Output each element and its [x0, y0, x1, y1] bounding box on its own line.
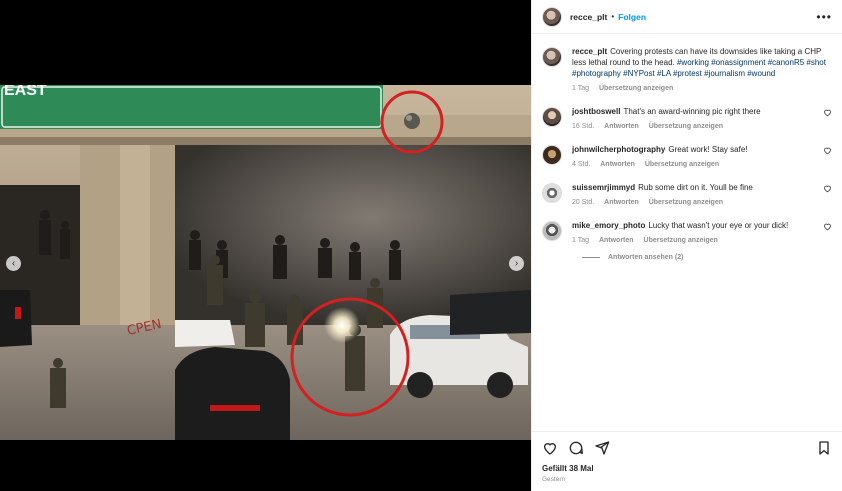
- view-replies-button[interactable]: Antworten ansehen (2): [582, 254, 832, 261]
- commenter-avatar[interactable]: [542, 107, 562, 127]
- reply-link[interactable]: Antworten: [604, 199, 639, 206]
- previous-photo-button[interactable]: ‹: [6, 256, 21, 271]
- more-options-icon[interactable]: •••: [816, 10, 832, 24]
- instagram-post-view: EAST CPEN ‹ › recce_plt • Folgen ••• rec…: [0, 0, 842, 491]
- chevron-left-icon: ‹: [11, 258, 16, 269]
- reply-link[interactable]: Antworten: [604, 123, 639, 130]
- author-avatar[interactable]: [542, 6, 562, 27]
- post-side-panel: recce_plt • Folgen ••• recce_plt Covering…: [531, 0, 842, 491]
- heart-icon[interactable]: [823, 222, 832, 231]
- like-count[interactable]: Gefällt 38 Mal: [542, 464, 832, 473]
- protest-scene-image: EAST CPEN: [0, 85, 531, 440]
- post-header: recce_plt • Folgen •••: [532, 0, 842, 34]
- commenter-avatar[interactable]: [542, 145, 562, 165]
- reply-link[interactable]: Antworten: [600, 161, 635, 168]
- next-photo-button[interactable]: ›: [509, 256, 524, 271]
- like-heart-icon[interactable]: [542, 440, 558, 456]
- comment-item: mike_emory_photo Lucky that wasn't your e…: [542, 220, 832, 246]
- view-replies-line: [582, 257, 600, 258]
- heart-icon[interactable]: [823, 146, 832, 155]
- comment-username[interactable]: mike_emory_photo: [572, 221, 645, 230]
- heart-icon[interactable]: [823, 108, 832, 117]
- comment-item: joshtboswell That's an award-winning pic …: [542, 106, 832, 132]
- comment-text: That's an award-winning pic right there: [623, 107, 761, 116]
- share-paper-plane-icon[interactable]: [594, 440, 610, 456]
- comment-text: Great work! Stay safe!: [668, 145, 748, 154]
- comment-username[interactable]: johnwilcherphotography: [572, 145, 665, 154]
- translate-link[interactable]: Übersetzung anzeigen: [649, 123, 723, 130]
- caption-time: 1 Tag: [572, 85, 589, 92]
- sign-text: EAST: [4, 85, 47, 99]
- bookmark-icon[interactable]: [816, 440, 832, 456]
- post-date: Gestern: [542, 476, 566, 483]
- comments-list: recce_plt Covering protests can have its …: [532, 34, 842, 261]
- comment-text: Rub some dirt on it. Youll be fine: [638, 183, 753, 192]
- author-username[interactable]: recce_plt: [570, 12, 607, 22]
- comment-time: 4 Std.: [572, 161, 591, 168]
- media-area: EAST CPEN ‹ ›: [0, 0, 531, 491]
- chevron-right-icon: ›: [514, 258, 519, 269]
- view-replies-label: Antworten ansehen (2): [608, 254, 684, 261]
- commenter-avatar[interactable]: [542, 221, 562, 241]
- comment-text: Lucky that wasn't your eye or your dick!: [648, 221, 789, 230]
- post-photo[interactable]: EAST CPEN: [0, 85, 531, 440]
- comment-bubble-icon[interactable]: [568, 440, 584, 456]
- commenter-avatar[interactable]: [542, 183, 562, 203]
- heart-icon[interactable]: [823, 184, 832, 193]
- caption-translate-link[interactable]: Übersetzung anzeigen: [599, 85, 673, 92]
- translate-link[interactable]: Übersetzung anzeigen: [645, 161, 719, 168]
- translate-link[interactable]: Übersetzung anzeigen: [649, 199, 723, 206]
- comment-item: suissemrjimmyd Rub some dirt on it. Youll…: [542, 182, 832, 208]
- comment-username[interactable]: suissemrjimmyd: [572, 183, 635, 192]
- comment-username[interactable]: joshtboswell: [572, 107, 620, 116]
- translate-link[interactable]: Übersetzung anzeigen: [644, 237, 718, 244]
- follow-button[interactable]: Folgen: [618, 12, 646, 22]
- comment-time: 20 Std.: [572, 199, 595, 206]
- comment-time: 1 Tag: [572, 237, 589, 244]
- reply-link[interactable]: Antworten: [599, 237, 634, 244]
- caption: recce_plt Covering protests can have its …: [542, 46, 832, 94]
- comment-item: johnwilcherphotography Great work! Stay s…: [542, 144, 832, 170]
- comment-time: 16 Std.: [572, 123, 595, 130]
- caption-avatar[interactable]: [542, 47, 562, 67]
- separator-dot: •: [611, 12, 615, 21]
- post-actions: Gefällt 38 Mal Gestern: [532, 431, 842, 491]
- caption-username[interactable]: recce_plt: [572, 47, 607, 56]
